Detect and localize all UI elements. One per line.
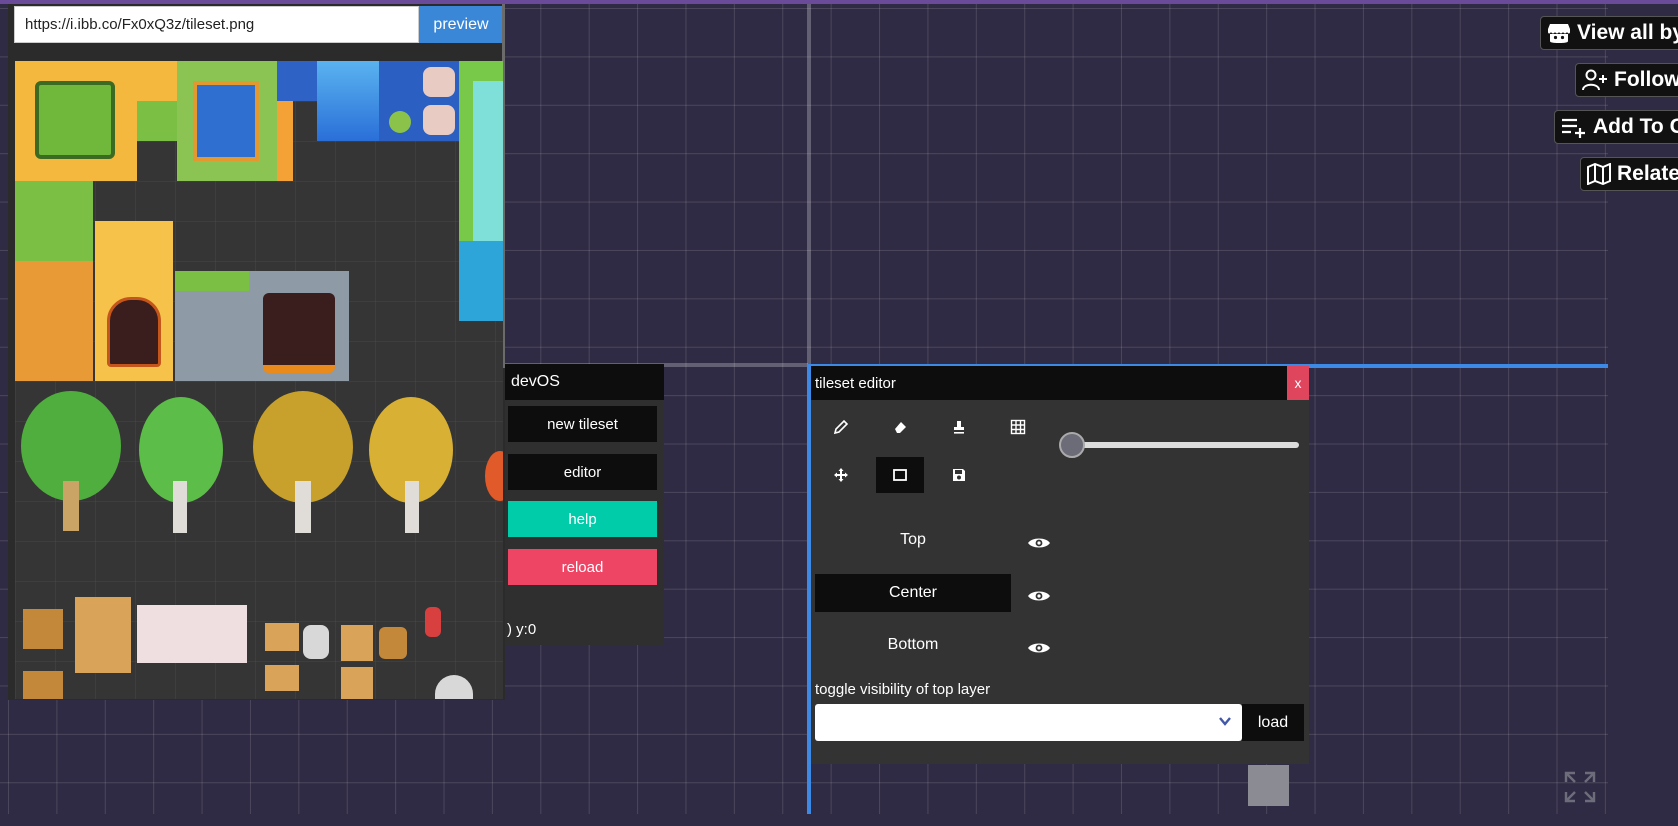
close-button[interactable]: x (1287, 366, 1309, 400)
grid-guide-vertical (807, 4, 811, 366)
prop-wooden-gate (75, 597, 131, 673)
view-all-label: View all by (1577, 21, 1678, 44)
toggle-visibility-label: toggle visibility of top layer (815, 681, 991, 698)
prop-crate (341, 667, 373, 699)
eye-icon[interactable] (1027, 533, 1051, 553)
tile-sea (459, 241, 503, 321)
prop-mailbox (425, 607, 441, 637)
tile-dirt-cliff (15, 261, 93, 381)
layer-center[interactable]: Center (815, 574, 1011, 612)
itch-icon (1548, 24, 1570, 43)
preview-button[interactable]: preview (419, 6, 503, 43)
zoom-slider[interactable] (1059, 432, 1299, 458)
canvas-bottom-margin (0, 814, 1678, 826)
save-icon[interactable] (935, 457, 983, 493)
tileset-select[interactable] (815, 704, 1242, 741)
editor-button[interactable]: editor (508, 454, 657, 490)
tile-rock-stone (423, 105, 455, 135)
prop-barrel (379, 627, 407, 659)
prop-white-fence (137, 605, 247, 663)
devos-panel: devOS new tileset editor help reload ) y… (505, 364, 664, 645)
add-to-collection-label: Add To Co (1593, 115, 1678, 138)
slider-thumb[interactable] (1059, 432, 1085, 458)
chevron-down-icon (1219, 717, 1231, 726)
prop-signboard (265, 623, 299, 651)
eye-icon[interactable] (1027, 638, 1051, 658)
tile-grass-patch (137, 61, 177, 101)
map-icon (1587, 163, 1611, 185)
tile-sand-strip (277, 101, 293, 181)
prop-well (435, 675, 473, 699)
editor-title: tileset editor (811, 366, 1309, 400)
tile-pond-water (193, 81, 259, 161)
tile-sand-cave-top (95, 221, 173, 281)
layer-bottom[interactable]: Bottom (815, 626, 1011, 664)
related-label: Relate (1617, 162, 1678, 185)
tile-stone-wall (175, 291, 249, 381)
tile-rock-stone (423, 67, 455, 97)
prop-log-pile (23, 609, 63, 649)
prop-log-pile (23, 671, 63, 699)
tile-grass-square (35, 81, 115, 159)
prop-rocks (303, 625, 329, 659)
tile-grass-top (15, 181, 93, 261)
canvas-cursor-tile[interactable] (1248, 765, 1289, 806)
eye-icon[interactable] (1027, 586, 1051, 606)
itch-side-actions: View all by Follow Add To Co Relate (1530, 14, 1678, 194)
tile-river (473, 81, 503, 241)
tile-grass-patch (137, 101, 177, 141)
tree-trunk (405, 481, 419, 533)
help-button[interactable]: help (508, 501, 657, 537)
tile-water (277, 61, 317, 101)
rectangle-icon[interactable] (876, 457, 924, 493)
tree-red (485, 451, 503, 501)
pencil-icon[interactable] (817, 409, 865, 445)
tile-waterfall (317, 61, 379, 141)
tileset-url-input[interactable] (14, 6, 419, 43)
load-button[interactable]: load (1242, 704, 1304, 741)
slider-track (1069, 442, 1299, 448)
layer-top[interactable]: Top (815, 521, 1011, 559)
tile-stone-cave-opening (263, 293, 335, 373)
fullscreen-icon[interactable] (1563, 770, 1597, 804)
move-icon[interactable] (817, 457, 865, 493)
prop-sign (265, 665, 299, 691)
follow-button[interactable]: Follow (1575, 63, 1678, 97)
tree-trunk (173, 481, 187, 533)
tree-trunk (295, 481, 311, 533)
follow-user-icon (1582, 69, 1607, 91)
related-button[interactable]: Relate (1580, 157, 1678, 191)
tileset-editor-window: tileset editor x Top Center Bottom toggl… (811, 366, 1309, 764)
tile-stone-grass (175, 271, 249, 291)
cursor-coordinates: ) y:0 (507, 621, 537, 638)
tile-cave-opening (107, 297, 161, 367)
devos-title: devOS (505, 364, 664, 400)
new-tileset-button[interactable]: new tileset (508, 406, 657, 442)
prop-crate (341, 625, 373, 661)
follow-label: Follow (1614, 68, 1678, 91)
view-all-button[interactable]: View all by (1540, 16, 1678, 50)
eraser-icon[interactable] (876, 409, 924, 445)
grid-icon[interactable] (994, 409, 1042, 445)
tree-trunk (63, 481, 79, 531)
tile-lily-pad (389, 111, 411, 133)
add-to-collection-button[interactable]: Add To Co (1554, 110, 1678, 144)
add-collection-icon (1562, 118, 1585, 138)
tileset-image[interactable] (15, 61, 503, 699)
reload-button[interactable]: reload (508, 549, 657, 585)
stamp-icon[interactable] (935, 409, 983, 445)
